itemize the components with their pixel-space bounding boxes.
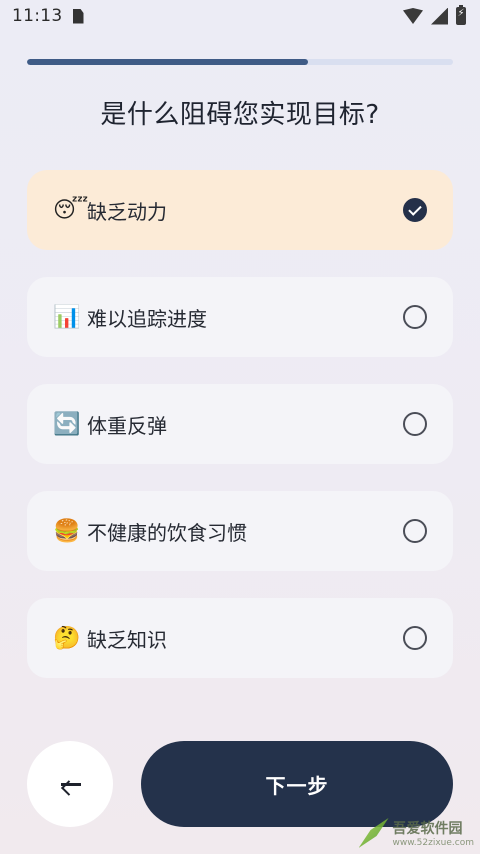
- bar-chart-icon: 📊: [53, 304, 81, 330]
- sleepy-face-icon: 😴: [53, 197, 89, 223]
- burger-icon: 🍔: [53, 518, 81, 544]
- option-label: 难以追踪进度: [87, 306, 207, 331]
- radio-button[interactable]: [403, 626, 427, 650]
- status-right: [403, 5, 466, 25]
- radio-button[interactable]: [403, 198, 427, 222]
- status-left: 11:13: [12, 6, 84, 26]
- option-list: 😴 缺乏动力 📊 难以追踪进度 🔄 体重反弹 🍔 不健康的饮食习惯 🤔 缺乏知识: [27, 170, 453, 705]
- status-time: 11:13: [12, 6, 63, 26]
- watermark: 吾爱软件园 www.52zixue.com: [358, 818, 474, 848]
- option-lack-knowledge[interactable]: 🤔 缺乏知识: [27, 598, 453, 678]
- watermark-url: www.52zixue.com: [392, 838, 474, 848]
- option-label: 不健康的饮食习惯: [87, 520, 247, 545]
- option-weight-rebound[interactable]: 🔄 体重反弹: [27, 384, 453, 464]
- option-label: 缺乏知识: [87, 627, 167, 652]
- page-title: 是什么阻碍您实现目标?: [100, 100, 380, 130]
- option-lack-motivation[interactable]: 😴 缺乏动力: [27, 170, 453, 250]
- battery-charging-icon: [456, 5, 466, 25]
- watermark-name: 吾爱软件园: [392, 821, 463, 837]
- option-label: 缺乏动力: [87, 199, 167, 224]
- watermark-text: 吾爱软件园 www.52zixue.com: [393, 818, 474, 848]
- refresh-arrows-icon: 🔄: [53, 411, 81, 437]
- option-hard-to-track[interactable]: 📊 难以追踪进度: [27, 277, 453, 357]
- radio-button[interactable]: [403, 519, 427, 543]
- next-button[interactable]: 下一步: [141, 741, 453, 827]
- option-label: 体重反弹: [87, 413, 167, 438]
- progress-bar: [27, 59, 453, 65]
- thinking-face-icon: 🤔: [53, 625, 81, 651]
- status-bar: 11:13: [0, 0, 480, 32]
- sim-card-icon: [72, 8, 84, 24]
- option-unhealthy-diet[interactable]: 🍔 不健康的饮食习惯: [27, 491, 453, 571]
- watermark-logo-icon: [358, 818, 389, 848]
- wifi-icon: [403, 8, 423, 24]
- back-button[interactable]: [27, 741, 113, 827]
- radio-button[interactable]: [403, 305, 427, 329]
- signal-icon: [431, 7, 448, 25]
- progress-fill: [27, 59, 309, 65]
- arrow-left-icon: [59, 774, 81, 796]
- radio-button[interactable]: [403, 412, 427, 436]
